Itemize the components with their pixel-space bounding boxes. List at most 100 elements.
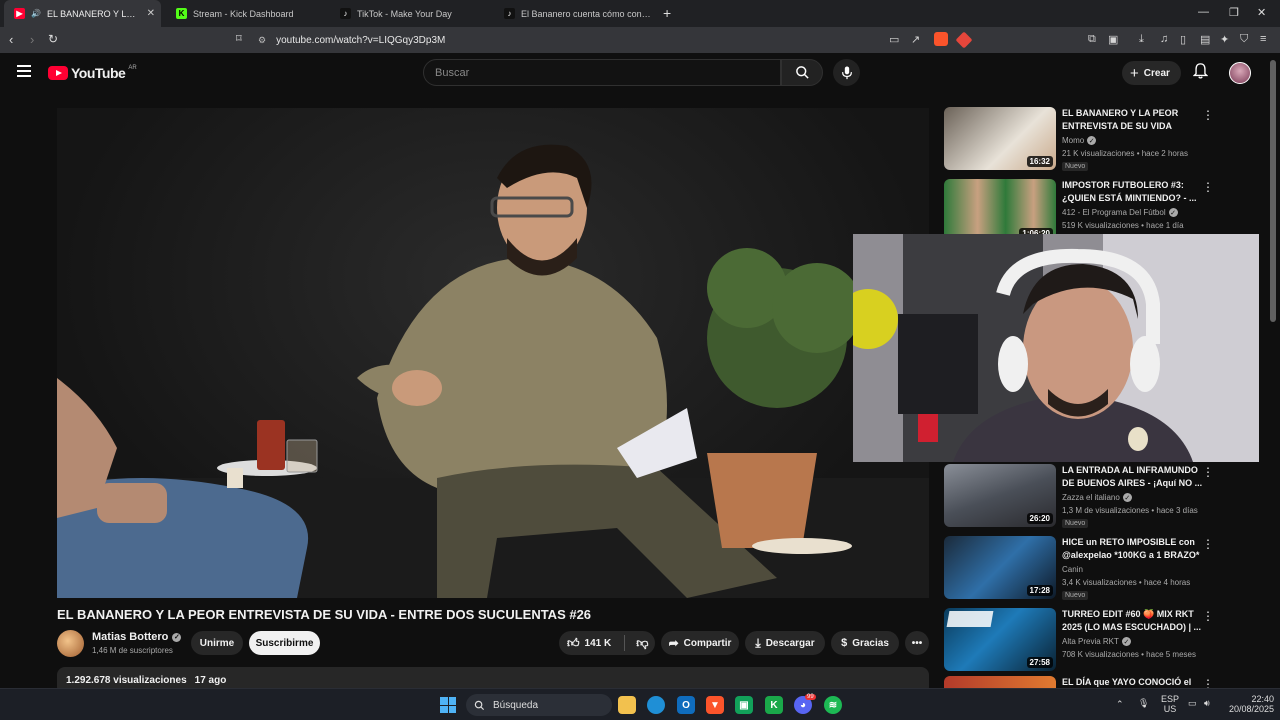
forward-icon[interactable]: › bbox=[30, 32, 34, 47]
video-player[interactable] bbox=[57, 108, 929, 598]
hamburger-menu-icon[interactable] bbox=[17, 65, 31, 77]
close-window-button[interactable]: ✕ bbox=[1257, 6, 1266, 19]
tab-tiktok[interactable]: ♪ TikTok - Make Your Day bbox=[330, 0, 490, 27]
cast-icon[interactable]: ▭ bbox=[889, 33, 899, 46]
account-avatar[interactable] bbox=[1229, 62, 1251, 84]
page-scrollbar[interactable] bbox=[1270, 60, 1276, 688]
recommendation-title[interactable]: EL BANANERO Y LA PEOR ENTREVISTA DE SU V… bbox=[1062, 107, 1204, 133]
outlook-icon[interactable]: O bbox=[677, 696, 695, 714]
tab-title: EL BANANERO Y LA PEOR EN bbox=[46, 8, 141, 19]
site-settings-icon[interactable]: ⚙ bbox=[258, 35, 266, 46]
download-button[interactable]: ⤓ Descargar bbox=[745, 631, 825, 655]
menu-icon[interactable]: ≡ bbox=[1260, 33, 1266, 45]
video-thumbnail[interactable]: 17:28 bbox=[944, 536, 1056, 599]
more-actions-button[interactable]: ••• bbox=[905, 631, 929, 655]
video-thumbnail[interactable]: 27:58 bbox=[944, 608, 1056, 671]
voice-search-button[interactable] bbox=[833, 59, 860, 86]
taskbar-search-input[interactable]: Búsqueda bbox=[466, 694, 612, 716]
url-field[interactable]: ⚙ youtube.com/watch?v=LIQGqy3Dp3M bbox=[258, 30, 978, 50]
recommendation-title[interactable]: IMPOSTOR FUTBOLERO #3: ¿QUIEN ESTÁ MINTI… bbox=[1062, 179, 1204, 205]
tab-tiktok-bananero[interactable]: ♪ El Bananero cuenta cómo conoció a bbox=[494, 0, 654, 27]
more-vertical-icon[interactable]: ⋮ bbox=[1202, 609, 1214, 623]
back-icon[interactable]: ‹ bbox=[9, 32, 13, 47]
share-icon[interactable]: ↗ bbox=[911, 33, 920, 46]
downloads-icon[interactable]: ⤓ bbox=[1139, 33, 1144, 46]
recommendation-channel[interactable]: Alta Previa RKT ✓ bbox=[1062, 637, 1131, 646]
edge-browser-icon[interactable] bbox=[647, 696, 665, 714]
language-indicator[interactable]: ESP US bbox=[1161, 694, 1179, 714]
video-thumbnail[interactable]: 1:06:20 bbox=[944, 179, 1056, 242]
wallet-icon[interactable]: ▤ bbox=[1200, 33, 1210, 46]
bookmark-icon[interactable]: ⌑ bbox=[236, 32, 242, 45]
clock[interactable]: 22:40 20/08/2025 bbox=[1226, 694, 1274, 714]
recommendation-item[interactable]: EL DÍA que YAYO CONOCIÓ el ⋮ bbox=[944, 676, 1264, 688]
maximize-button[interactable]: ❐ bbox=[1229, 6, 1239, 19]
recommendation-title[interactable]: LA ENTRADA AL INFRAMUNDO DE BUENOS AIRES… bbox=[1062, 464, 1204, 490]
recommendation-item[interactable]: 26:20 LA ENTRADA AL INFRAMUNDO DE BUENOS… bbox=[944, 464, 1264, 528]
brave-shield-icon[interactable] bbox=[934, 32, 948, 46]
split-view-icon[interactable]: ▯ bbox=[1180, 33, 1186, 46]
show-hidden-icons-icon[interactable]: ⌃ bbox=[1116, 699, 1124, 710]
scrollbar-thumb[interactable] bbox=[1270, 60, 1276, 322]
youtube-logo[interactable]: YouTube AR bbox=[48, 65, 137, 81]
video-duration: 17:28 bbox=[1026, 585, 1053, 596]
join-button[interactable]: Unirme bbox=[191, 631, 243, 655]
more-vertical-icon[interactable]: ⋮ bbox=[1202, 537, 1214, 551]
like-count[interactable]: 141 K bbox=[585, 638, 612, 649]
recommendation-item[interactable]: 16:32 EL BANANERO Y LA PEOR ENTREVISTA D… bbox=[944, 107, 1264, 171]
recommendation-title[interactable]: TURREO EDIT #60 🍑 MIX RKT 2025 (LO MAS E… bbox=[1062, 608, 1204, 634]
brave-browser-icon[interactable]: ▼ bbox=[706, 696, 724, 714]
clock-date: 20/08/2025 bbox=[1228, 704, 1274, 714]
music-icon[interactable]: ♫ bbox=[1160, 33, 1168, 45]
share-button[interactable]: ➦ Compartir bbox=[661, 631, 739, 655]
thumbnail-art bbox=[946, 611, 994, 627]
file-explorer-icon[interactable] bbox=[618, 696, 636, 714]
extensions-icon[interactable]: ⧉ bbox=[1088, 33, 1096, 46]
like-icon[interactable]: 👍︎ bbox=[567, 636, 580, 651]
video-thumbnail[interactable] bbox=[944, 676, 1056, 688]
volume-icon[interactable]: 🔊︎ bbox=[1204, 698, 1210, 709]
vpn-icon[interactable]: ⛉ bbox=[1240, 33, 1248, 46]
reload-icon[interactable]: ↻ bbox=[48, 32, 58, 46]
more-vertical-icon[interactable]: ⋮ bbox=[1202, 180, 1214, 194]
recommendation-item[interactable]: 27:58 TURREO EDIT #60 🍑 MIX RKT 2025 (LO… bbox=[944, 608, 1264, 672]
share-arrow-icon: ➦ bbox=[668, 636, 679, 650]
more-vertical-icon[interactable]: ⋮ bbox=[1202, 108, 1214, 122]
sidebar-panel-icon[interactable]: ▣ bbox=[1108, 33, 1118, 46]
new-tab-button[interactable]: + bbox=[663, 5, 671, 21]
recommendation-channel[interactable]: Canin bbox=[1062, 565, 1083, 574]
microphone-tray-icon[interactable]: 🎙︎ bbox=[1138, 698, 1149, 709]
dislike-icon[interactable]: 👎︎ bbox=[636, 636, 648, 651]
tab-youtube[interactable]: ▶ 🔊 EL BANANERO Y LA PEOR EN ✕ bbox=[4, 0, 161, 27]
recommendation-channel[interactable]: 412 - El Programa Del Fútbol ✓ bbox=[1062, 208, 1178, 217]
recommendation-item[interactable]: 17:28 HICE un RETO IMPOSIBLE con @alexpe… bbox=[944, 536, 1264, 600]
create-button[interactable]: + Crear bbox=[1122, 61, 1181, 85]
video-thumbnail[interactable]: 26:20 bbox=[944, 464, 1056, 527]
plus-icon: + bbox=[1130, 64, 1139, 82]
recommendation-title[interactable]: HICE un RETO IMPOSIBLE con @alexpelao *1… bbox=[1062, 536, 1204, 562]
new-badge: Nuevo bbox=[1062, 591, 1089, 600]
more-vertical-icon[interactable]: ⋮ bbox=[1202, 465, 1214, 479]
video-thumbnail[interactable]: 16:32 bbox=[944, 107, 1056, 170]
recommendation-title[interactable]: EL DÍA que YAYO CONOCIÓ el bbox=[1062, 676, 1204, 688]
subscribe-button[interactable]: Suscribirme bbox=[249, 631, 320, 655]
minimize-button[interactable]: — bbox=[1198, 6, 1209, 18]
tab-kick[interactable]: K Stream - Kick Dashboard bbox=[166, 0, 326, 27]
kick-app-icon[interactable]: K bbox=[765, 696, 783, 714]
windows-start-icon[interactable] bbox=[440, 697, 456, 713]
notifications-button[interactable] bbox=[1192, 63, 1209, 82]
leo-ai-icon[interactable]: ✦ bbox=[1220, 33, 1229, 46]
spotify-icon[interactable]: ≋ bbox=[824, 696, 842, 714]
recommendation-stats: 708 K visualizaciones • hace 5 meses bbox=[1062, 650, 1196, 659]
thanks-button[interactable]: $ Gracias bbox=[831, 631, 899, 655]
search-button[interactable] bbox=[781, 59, 823, 86]
network-icon[interactable]: ▭ bbox=[1188, 698, 1197, 709]
recommendation-channel[interactable]: Zazza el italiano ✓ bbox=[1062, 493, 1132, 502]
recommendation-channel[interactable]: Momo ✓ bbox=[1062, 136, 1097, 145]
channel-avatar[interactable] bbox=[57, 630, 84, 657]
close-tab-icon[interactable]: ✕ bbox=[147, 8, 155, 19]
more-vertical-icon[interactable]: ⋮ bbox=[1202, 677, 1214, 688]
app-green-icon[interactable]: ▣ bbox=[735, 696, 753, 714]
search-input[interactable]: Buscar bbox=[423, 59, 781, 86]
channel-name-link[interactable]: Matias Bottero ✓ bbox=[92, 631, 182, 643]
